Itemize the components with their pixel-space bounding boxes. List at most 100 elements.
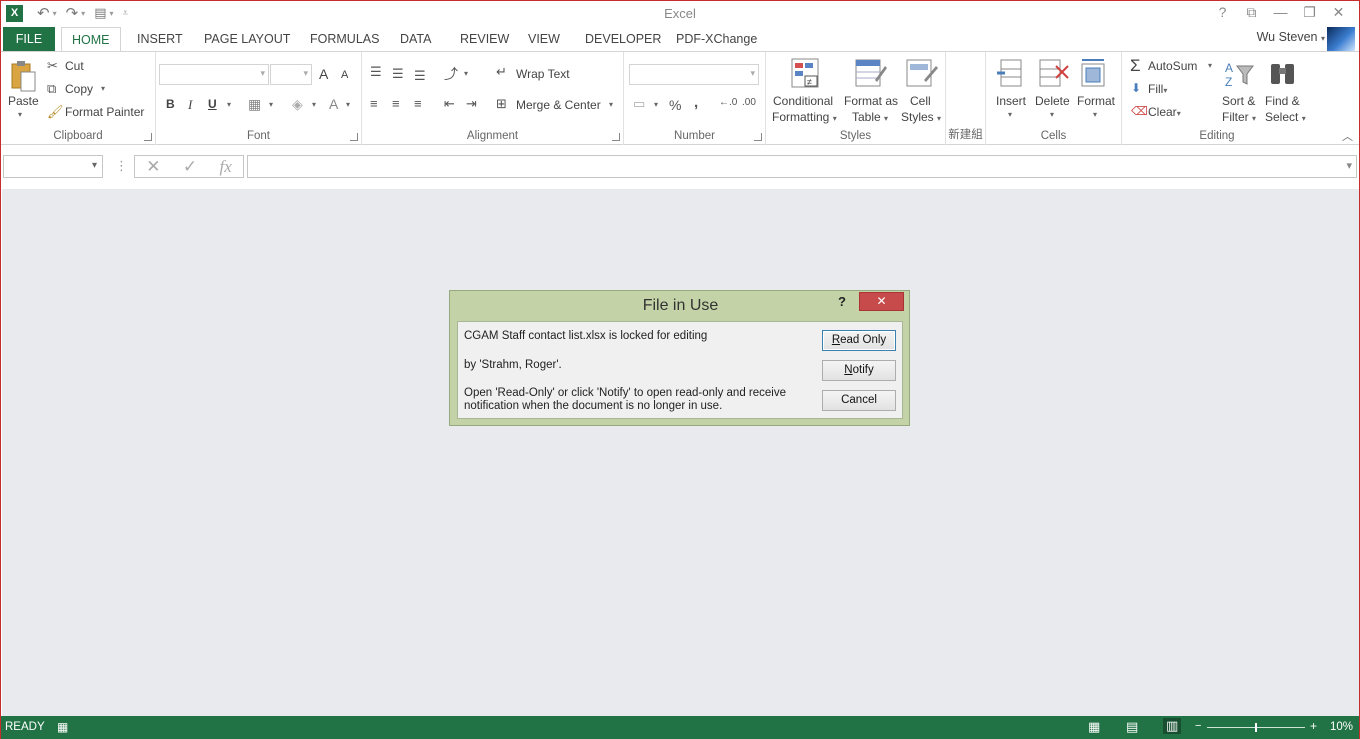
fill-color-dropdown-icon[interactable]: ▾ — [312, 100, 316, 109]
tab-page-layout[interactable]: PAGE LAYOUT — [194, 27, 300, 51]
comma-button[interactable]: , — [694, 94, 698, 111]
dialog-help-button[interactable]: ? — [838, 294, 846, 309]
avatar[interactable] — [1327, 27, 1355, 51]
align-left-icon[interactable]: ≡ — [370, 96, 378, 111]
delete-cells-icon[interactable] — [1038, 58, 1070, 93]
autosum-button[interactable]: AutoSum — [1148, 59, 1197, 73]
find-select-label[interactable]: Find & — [1265, 94, 1300, 108]
fill-button[interactable]: Fill▾ — [1148, 82, 1167, 96]
sort-filter-label[interactable]: Sort & — [1222, 94, 1255, 108]
align-right-icon[interactable]: ≡ — [414, 96, 422, 111]
percent-button[interactable]: % — [669, 97, 681, 113]
cell-styles-icon[interactable] — [906, 58, 938, 93]
number-format-combo[interactable] — [629, 64, 759, 85]
tab-home[interactable]: HOME — [61, 27, 121, 52]
format-cells-icon[interactable] — [1080, 58, 1110, 93]
zoom-slider-thumb[interactable] — [1255, 723, 1257, 732]
shrink-font-button[interactable]: A — [341, 69, 348, 81]
insert-function-icon[interactable]: fx — [220, 157, 232, 177]
insert-cells-icon[interactable] — [997, 58, 1025, 93]
ribbon-display-icon[interactable]: ⧉ — [1237, 4, 1266, 21]
bottom-align-icon[interactable]: ☰ — [414, 68, 426, 84]
binoculars-icon[interactable] — [1268, 58, 1298, 93]
collapse-ribbon-icon[interactable]: ︿ — [1342, 128, 1353, 144]
orientation-icon[interactable]: ⤴ — [444, 64, 458, 84]
find-select-label-2[interactable]: Select ▾ — [1265, 110, 1306, 124]
cancel-button[interactable]: Cancel — [822, 390, 896, 411]
format-painter-button[interactable]: Format Painter — [65, 105, 144, 119]
clear-button[interactable]: Clear▾ — [1148, 105, 1181, 119]
merge-center-dropdown-icon[interactable]: ▾ — [609, 100, 613, 109]
borders-icon[interactable]: ▦ — [248, 96, 261, 113]
normal-view-icon[interactable]: ▦ — [1088, 719, 1100, 735]
insert-dropdown-icon[interactable]: ▾ — [1008, 110, 1012, 119]
page-layout-view-icon[interactable]: ▤ — [1126, 719, 1138, 735]
user-name[interactable]: Wu Steven ▾ — [1257, 30, 1325, 44]
restore-icon[interactable]: ❐ — [1295, 4, 1324, 21]
fill-color-icon[interactable]: ◈ — [292, 96, 303, 113]
format-as-table-label[interactable]: Format as — [844, 94, 898, 108]
italic-button[interactable]: I — [188, 97, 192, 113]
tab-data[interactable]: DATA — [390, 27, 441, 51]
underline-dropdown-icon[interactable]: ▾ — [227, 100, 231, 109]
tab-developer[interactable]: DEVELOPER — [575, 27, 671, 51]
tab-review[interactable]: REVIEW — [450, 27, 519, 51]
decrease-indent-icon[interactable]: ⇤ — [444, 96, 455, 112]
align-center-icon[interactable]: ≡ — [392, 96, 400, 111]
clipboard-launcher-icon[interactable] — [144, 133, 152, 141]
bold-button[interactable]: B — [166, 97, 175, 111]
delete-dropdown-icon[interactable]: ▾ — [1050, 110, 1054, 119]
increase-indent-icon[interactable]: ⇥ — [466, 96, 477, 112]
font-color-button[interactable]: A — [329, 96, 338, 112]
minimize-icon[interactable]: — — [1266, 4, 1295, 21]
name-box[interactable] — [3, 155, 103, 178]
accounting-dropdown-icon[interactable]: ▾ — [654, 100, 658, 109]
zoom-level[interactable]: 10% — [1330, 721, 1353, 733]
format-dropdown-icon[interactable]: ▾ — [1093, 110, 1097, 119]
borders-dropdown-icon[interactable]: ▾ — [269, 100, 273, 109]
merge-center-button[interactable]: Merge & Center — [516, 98, 601, 112]
accounting-format-icon[interactable]: ▭ — [633, 96, 645, 112]
zoom-out-icon[interactable]: − — [1195, 720, 1201, 732]
format-cells-button[interactable]: Format — [1077, 94, 1115, 108]
grow-font-button[interactable]: A — [319, 66, 328, 82]
alignment-launcher-icon[interactable] — [612, 133, 620, 141]
tab-formulas[interactable]: FORMULAS — [300, 27, 389, 51]
orientation-dropdown-icon[interactable]: ▾ — [464, 69, 468, 78]
enter-entry-icon[interactable]: ✓ — [183, 157, 197, 177]
close-icon[interactable]: ✕ — [1324, 4, 1353, 21]
help-icon[interactable]: ? — [1208, 4, 1237, 21]
font-launcher-icon[interactable] — [350, 133, 358, 141]
cell-styles-label-2[interactable]: Styles ▾ — [901, 110, 941, 124]
copy-dropdown-icon[interactable]: ▾ — [101, 84, 105, 93]
tab-insert[interactable]: INSERT — [127, 27, 193, 51]
increase-decimal-icon[interactable]: ←.0 — [719, 97, 737, 108]
dialog-close-button[interactable]: ✕ — [859, 292, 904, 311]
tab-file[interactable]: FILE — [3, 27, 55, 51]
conditional-formatting-label[interactable]: Conditional — [773, 94, 833, 108]
number-launcher-icon[interactable] — [754, 133, 762, 141]
font-name-combo[interactable] — [159, 64, 269, 85]
sort-filter-label-2[interactable]: Filter ▾ — [1222, 110, 1256, 124]
read-only-button[interactable]: Read Only — [822, 330, 896, 351]
conditional-formatting-label-2[interactable]: Formatting ▾ — [772, 110, 837, 124]
sort-filter-icon[interactable]: AZ — [1223, 58, 1255, 93]
paste-dropdown-icon[interactable]: ▾ — [18, 110, 22, 119]
insert-cells-button[interactable]: Insert — [996, 94, 1026, 108]
middle-align-icon[interactable]: ☰ — [392, 66, 404, 82]
font-size-combo[interactable] — [270, 64, 312, 85]
copy-button[interactable]: Copy — [65, 82, 93, 96]
top-align-icon[interactable]: ☰ — [370, 64, 382, 80]
tab-pdf-xchange[interactable]: PDF-XChange — [666, 27, 767, 51]
wrap-text-button[interactable]: Wrap Text — [516, 67, 570, 81]
notify-button[interactable]: Notify — [822, 360, 896, 381]
font-color-dropdown-icon[interactable]: ▾ — [346, 100, 350, 109]
paste-label[interactable]: Paste — [8, 94, 39, 108]
decrease-decimal-icon[interactable]: .00 — [742, 97, 756, 108]
conditional-formatting-icon[interactable]: ≠ — [791, 58, 821, 93]
zoom-in-icon[interactable]: + — [1310, 719, 1317, 733]
format-as-table-label-2[interactable]: Table ▾ — [852, 110, 888, 124]
paste-icon[interactable] — [9, 60, 37, 94]
page-break-view-icon[interactable]: ▥ — [1163, 718, 1182, 734]
cell-styles-label[interactable]: Cell — [910, 94, 931, 108]
